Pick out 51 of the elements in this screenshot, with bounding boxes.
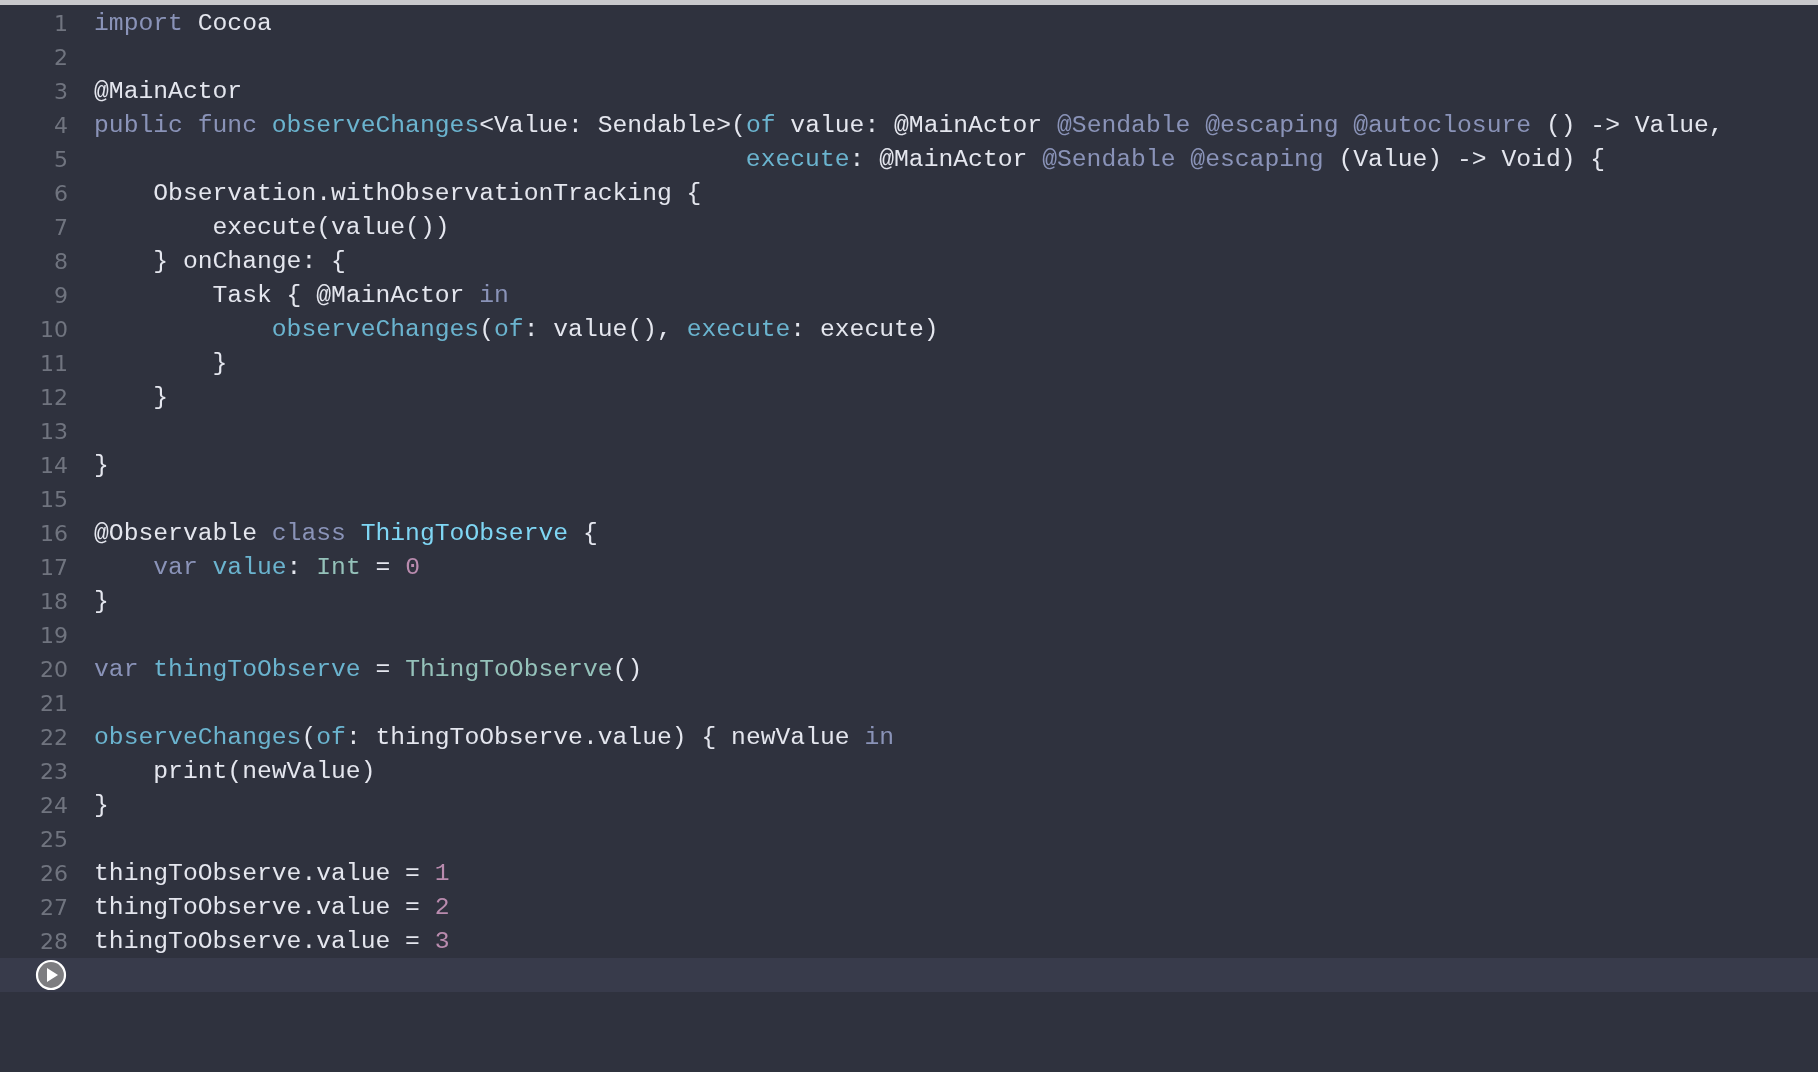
code-line: var value: Int = 0	[152, 553, 420, 581]
code-line: }	[94, 587, 109, 615]
code-line: }	[152, 383, 169, 411]
play-icon[interactable]	[35, 959, 67, 991]
line-number: 19	[39, 622, 68, 648]
line-number: 23	[39, 758, 68, 784]
line-number: 18	[39, 588, 68, 614]
code-line: observeChanges(of: thingToObserve.value) { newValue in	[94, 723, 895, 751]
code-line: public func observeChanges<Value: Sendable>(of value: @MainActor @Sendable @escaping @autoclosure () -> Value,	[94, 111, 1724, 139]
code-line: execute(value())	[211, 213, 450, 241]
line-number: 24	[39, 792, 68, 818]
line-number: 1	[53, 10, 68, 36]
line-number: 11	[39, 350, 68, 376]
line-number: 9	[53, 282, 68, 308]
code-line: thingToObserve.value = 3	[94, 927, 450, 955]
code-line: }	[94, 451, 109, 479]
line-number: 15	[39, 486, 68, 512]
line-number: 13	[39, 418, 68, 444]
line-number: 5	[53, 146, 68, 172]
line-number: 7	[53, 214, 68, 240]
line-number: 17	[39, 554, 68, 580]
line-number: 20	[39, 656, 68, 682]
line-number: 8	[53, 248, 68, 274]
line-number: 26	[39, 860, 68, 886]
code-line: } onChange: {	[152, 247, 346, 275]
line-number: 27	[39, 894, 68, 920]
code-line: var thingToObserve = ThingToObserve()	[94, 655, 643, 683]
code-line: thingToObserve.value = 1	[94, 859, 450, 887]
line-number: 12	[39, 384, 68, 410]
code-line: @MainActor	[94, 77, 243, 105]
line-number: 10	[39, 316, 68, 342]
code-line: observeChanges(of: value(), execute: execute)	[270, 315, 939, 343]
line-number: 22	[39, 724, 68, 750]
code-line: }	[211, 349, 228, 377]
line-number: 6	[53, 180, 68, 206]
line-number: 16	[39, 520, 68, 546]
code-line: Observation.withObservationTracking {	[152, 179, 702, 207]
line-number: 14	[39, 452, 68, 478]
code-line: print(newValue)	[152, 757, 376, 785]
line-number: 25	[39, 826, 68, 852]
line-number: 4	[53, 112, 68, 138]
line-number: 21	[39, 690, 68, 716]
code-line: thingToObserve.value = 2	[94, 893, 450, 921]
code-line: Task { @MainActor in	[211, 281, 509, 309]
code-line: execute: @MainActor @Sendable @escaping (Value) -> Void) {	[744, 145, 1606, 173]
code-line: @Observable class ThingToObserve {	[94, 519, 598, 547]
line-number: 2	[53, 44, 68, 70]
line-number: 28	[39, 928, 68, 954]
line-number: 3	[53, 78, 68, 104]
code-line: }	[94, 791, 109, 819]
code-line: import Cocoa	[94, 9, 272, 37]
